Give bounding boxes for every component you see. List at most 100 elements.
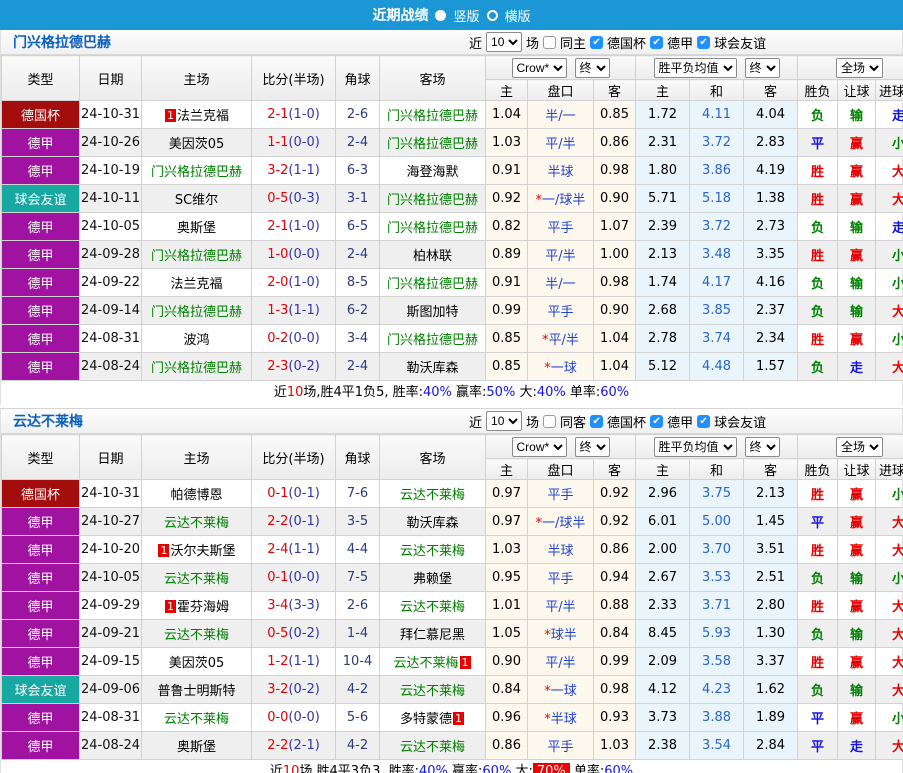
cup-checkbox[interactable]: ✔ [590, 35, 604, 49]
result-wdl: 负 [797, 563, 839, 592]
friendly-checkbox[interactable]: ✔ [697, 35, 711, 49]
bundesliga-label[interactable]: 德甲 [667, 33, 693, 52]
corner-count: 4-2 [335, 731, 380, 760]
odds-stage-select[interactable]: 终 [574, 436, 610, 457]
friendly-checkbox[interactable]: ✔ [697, 414, 711, 428]
home-team: 美因茨05 [141, 647, 252, 676]
recent-count-select[interactable]: 10 [486, 32, 523, 52]
mean-stage-select[interactable]: 终 [744, 57, 780, 78]
friendly-label[interactable]: 球会友谊 [714, 33, 766, 52]
league-badge: 德甲 [1, 563, 80, 592]
result-goals: 小 [875, 268, 903, 297]
same-away-checkbox[interactable] [543, 414, 557, 428]
friendly-label[interactable]: 球会友谊 [714, 412, 766, 431]
handicap-line: *一球 [527, 675, 594, 704]
corner-count: 10-4 [335, 647, 380, 676]
scope-select[interactable]: 全场 [836, 57, 884, 78]
corner-count: 4-2 [335, 675, 380, 704]
corner-count: 6-3 [335, 156, 380, 185]
home-team-name: 云达不莱梅 [163, 572, 229, 587]
league-badge: 德甲 [1, 128, 80, 157]
handicap-line: *一/球半 [527, 507, 594, 536]
result-handicap: 输 [837, 268, 877, 297]
odds-provider-select[interactable]: Crow* [511, 57, 567, 78]
cup-label[interactable]: 德国杯 [607, 412, 646, 431]
league-badge: 德甲 [1, 535, 80, 564]
mean-home-odds: 2.67 [635, 563, 691, 592]
match-date: 24-10-31 [79, 100, 142, 129]
mean-draw-odds: 3.48 [689, 240, 745, 269]
scope-cell: 全场 [797, 55, 903, 80]
mean-away-odds: 1.89 [743, 703, 799, 732]
result-goals: 大 [875, 647, 903, 676]
score-cell: 0-2(0-0) [251, 324, 336, 353]
mean-draw-odds: 3.88 [689, 703, 745, 732]
cup-label[interactable]: 德国杯 [607, 33, 646, 52]
handicap-line: 半/一 [527, 268, 594, 297]
mean-away-odds: 4.04 [743, 100, 799, 129]
score-cell: 2-2(2-1) [251, 731, 336, 760]
mean-odds-select[interactable]: 胜平负均值 [653, 57, 737, 78]
handicap-text: 半/一 [545, 109, 576, 124]
odds-provider-cell: Crow* 终 [484, 55, 637, 80]
score-cell: 2-1(1-0) [251, 212, 336, 241]
result-goals: 大 [875, 507, 903, 536]
bundesliga-checkbox[interactable]: ✔ [650, 35, 664, 49]
cup-checkbox[interactable]: ✔ [590, 414, 604, 428]
bundesliga-label[interactable]: 德甲 [667, 412, 693, 431]
mean-home-odds: 1.74 [635, 268, 691, 297]
summary-part: 10 [286, 385, 304, 400]
match-row: 德甲 24-10-26 美因茨05 1-1(0-0) 2-4 门兴格拉德巴赫 1.03 平/半… [1, 128, 903, 157]
summary-part: 单率: [565, 385, 601, 400]
same-home-checkbox[interactable] [543, 35, 557, 49]
odds-provider-select[interactable]: Crow* [511, 436, 567, 457]
result-handicap: 输 [837, 675, 877, 704]
fulltime-score: 1-1 [267, 135, 289, 150]
match-row: 德甲 24-10-27 云达不莱梅 2-2(0-1) 3-5 勒沃库森 0.97 *一/球半 0… [1, 507, 903, 536]
vertical-layout-radio[interactable] [435, 9, 447, 21]
result-handicap: 赢 [837, 591, 877, 620]
odds-provider-cell: Crow* 终 [484, 434, 637, 459]
mean-draw-odds: 3.71 [689, 591, 745, 620]
away-team: 门兴格拉德巴赫 [379, 212, 486, 241]
vertical-layout-label[interactable]: 竖版 [453, 6, 479, 25]
away-odds: 0.86 [592, 128, 637, 157]
result-wdl: 平 [797, 731, 839, 760]
same-home-label[interactable]: 同主 [560, 33, 586, 52]
horizontal-layout-radio[interactable] [486, 9, 498, 21]
home-team: 1 霍芬海姆 [141, 591, 252, 620]
bundesliga-checkbox[interactable]: ✔ [650, 414, 664, 428]
scope-select[interactable]: 全场 [836, 436, 884, 457]
away-team-name: 门兴格拉德巴赫 [386, 137, 478, 152]
home-team-name: 帕德博恩 [170, 488, 223, 503]
handicap-text: 平手 [547, 572, 574, 587]
home-odds: 0.82 [485, 212, 528, 241]
league-badge: 德甲 [1, 703, 80, 732]
same-away-label[interactable]: 同客 [560, 412, 586, 431]
col-odds-away: 客 [592, 458, 637, 480]
away-team: 门兴格拉德巴赫 [379, 324, 486, 353]
result-handicap: 赢 [837, 479, 877, 508]
col-result: 胜负 [797, 79, 839, 101]
corner-count: 6-5 [335, 212, 380, 241]
mean-home-odds: 2.38 [635, 731, 691, 760]
handicap-line: 平手 [527, 731, 594, 760]
result-wdl: 胜 [797, 647, 839, 676]
match-row: 德甲 24-10-20 1 沃尔夫斯堡 2-4(1-1) 4-4 云达不莱梅 1.03 半球 0.… [1, 535, 903, 564]
odds-stage-select[interactable]: 终 [574, 57, 610, 78]
mean-stage-select[interactable]: 终 [744, 436, 780, 457]
col-corner: 角球 [335, 434, 380, 480]
horizontal-layout-label[interactable]: 横版 [505, 6, 531, 25]
col-mean-away: 客 [743, 79, 799, 101]
red-card-badge: 1 [453, 712, 464, 725]
match-date: 24-10-27 [79, 507, 142, 536]
score-cell: 3-2(0-2) [251, 675, 336, 704]
handicap-line: 平手 [527, 563, 594, 592]
home-team-name: 云达不莱梅 [163, 628, 229, 643]
mean-odds-select[interactable]: 胜平负均值 [653, 436, 737, 457]
col-goals: 进球数 [875, 79, 903, 101]
away-team-name: 云达不莱梅 [399, 488, 465, 503]
home-odds: 1.05 [485, 619, 528, 648]
recent-count-select[interactable]: 10 [486, 411, 523, 431]
result-goals: 大 [875, 156, 903, 185]
